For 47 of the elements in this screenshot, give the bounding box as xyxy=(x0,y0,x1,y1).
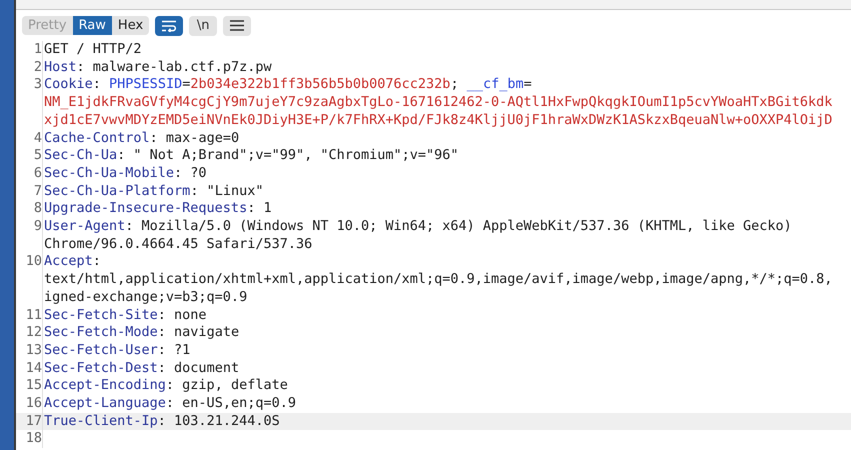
line-number: 15 xyxy=(26,377,42,396)
code-line: Sec-Fetch-User: ?1 xyxy=(44,342,190,360)
code-line: Cache-Control: max-age=0 xyxy=(44,130,240,148)
code-line: Sec-Fetch-Site: none xyxy=(44,306,207,324)
code-line: GET / HTTP/2 xyxy=(44,41,142,59)
code-line: True-Client-Ip: 103.21.244.0S xyxy=(44,412,280,430)
wrap-lines-button[interactable] xyxy=(155,16,184,36)
line-number: 5 xyxy=(34,147,42,165)
line-number: 14 xyxy=(26,360,42,378)
line-number: 9 xyxy=(34,218,42,236)
line-number: 10 xyxy=(26,253,42,272)
line-number: 13 xyxy=(26,342,42,360)
line-number: 18 xyxy=(26,430,42,448)
code-line: Host: malware-lab.ctf.p7z.pw xyxy=(44,58,272,76)
code-line: Sec-Fetch-Dest: document xyxy=(44,360,240,378)
code-line: Chrome/96.0.4664.45 Safari/537.36 xyxy=(44,236,312,254)
line-number: 3 xyxy=(34,76,42,94)
code-line: User-Agent: Mozilla/5.0 (Windows NT 10.0; Win64; x64) AppleWebKit/537.36 (KHTML, like Gecko) xyxy=(44,218,792,236)
code-line: Accept-Language: en-US,en;q=0.9 xyxy=(44,395,296,413)
code-line: NM_E1jdkFRvaGVfyM4cgCjY9m7ujeY7c9zaAgbxTgLo-1671612462-0-AQtl1HxFwpQkqgkIOumI1p5cvYWoaHTxBGit6kdk xyxy=(44,94,832,112)
line-number: 6 xyxy=(34,164,42,183)
line-number: 11 xyxy=(26,306,42,324)
code-line: Sec-Fetch-Mode: navigate xyxy=(44,324,240,342)
code-line: xjd1cE7vwvMDYzEMD5eiNVnEk0JDiyH3E+P/k7FhRX+Kpd/FJk8z4KljjU0jF1hraWxDWzK1ASkzxBqeuaNlw+oOXXP4lOijD xyxy=(44,112,832,130)
wrap-lines-icon xyxy=(161,20,178,32)
code-line: Accept: xyxy=(44,253,101,272)
line-number: 4 xyxy=(34,130,42,148)
newline-toggle-button[interactable]: \n xyxy=(189,16,218,36)
menu-icon xyxy=(230,20,244,31)
code-line: Sec-Ch-Ua-Platform: "Linux" xyxy=(44,182,264,200)
line-number: 8 xyxy=(34,200,42,218)
line-number: 17 xyxy=(26,412,42,430)
code-line: Upgrade-Insecure-Requests: 1 xyxy=(44,200,272,218)
line-number: 12 xyxy=(26,324,42,342)
code-line: Cookie: PHPSESSID=2b034e322b1ff3b56b5b0b0076cc232b; __cf_bm= xyxy=(44,76,532,94)
code-line: Sec-Ch-Ua-Mobile: ?0 xyxy=(44,164,207,183)
line-number: 1 xyxy=(34,41,42,59)
line-number: 2 xyxy=(34,58,42,76)
menu-button[interactable] xyxy=(223,16,252,36)
view-tab[interactable]: Raw xyxy=(72,16,112,35)
code-line: text/html,application/xhtml+xml,application/xml;q=0.9,image/avif,image/webp,image/apng,*/*;q=0.8, xyxy=(44,271,832,289)
line-number: 16 xyxy=(26,395,42,413)
line-number: 7 xyxy=(34,182,42,200)
code-line: Accept-Encoding: gzip, deflate xyxy=(44,377,288,396)
code-line: igned-exchange;v=b3;q=0.9 xyxy=(44,288,248,307)
view-tab[interactable]: Hex xyxy=(112,16,150,35)
code-line: Sec-Ch-Ua: " Not A;Brand";v="99", "Chromium";v="96" xyxy=(44,147,459,165)
